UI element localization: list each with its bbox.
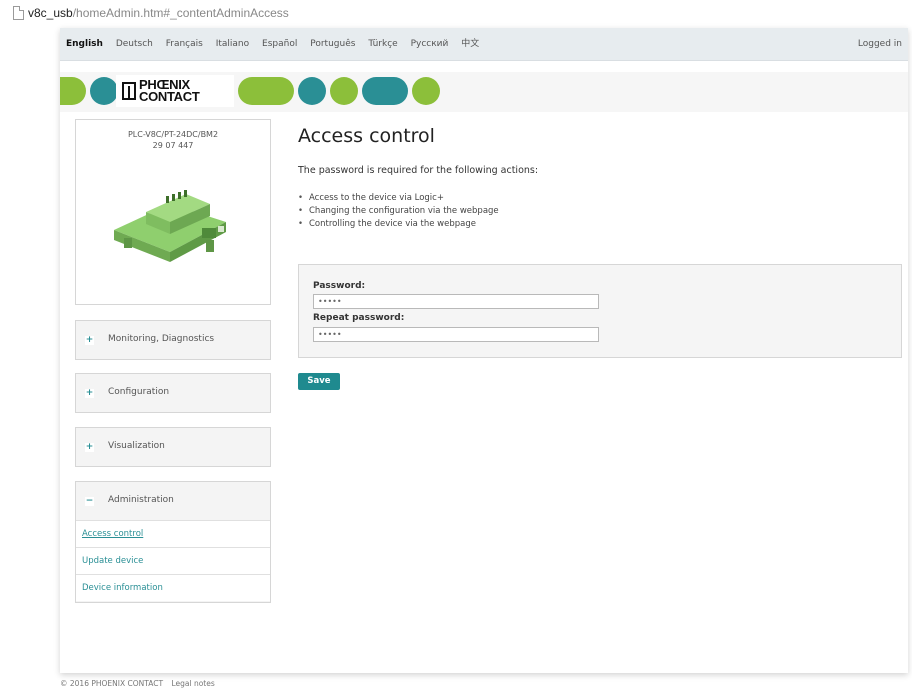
nav-header[interactable]: + Monitoring, Diagnostics	[76, 321, 270, 359]
url-path: /homeAdmin.htm#_contentAdminAccess	[72, 6, 289, 20]
nav-item-access-control[interactable]: Access control	[76, 520, 270, 547]
language-deutsch[interactable]: Deutsch	[116, 28, 153, 60]
nav-item-device-information[interactable]: Device information	[76, 574, 270, 601]
page-title: Access control	[298, 125, 435, 147]
brand-decoration	[412, 77, 440, 105]
nav-label: Visualization	[108, 441, 165, 451]
action-list: Access to the device via Logic+ Changing…	[298, 192, 499, 231]
footer: © 2016 PHOENIX CONTACT Legal notes	[60, 679, 221, 688]
language-chinese[interactable]: 中文	[461, 28, 479, 60]
language-espanol[interactable]: Español	[262, 28, 297, 60]
brand-decoration	[298, 77, 326, 105]
repeat-password-input[interactable]: •••••	[313, 327, 599, 342]
logo-mark-icon	[122, 82, 136, 100]
collapse-minus-icon[interactable]: −	[85, 497, 94, 506]
phoenix-contact-logo: PHŒNIX CONTACT	[116, 75, 234, 107]
language-italiano[interactable]: Italiano	[216, 28, 249, 60]
footer-copyright: © 2016 PHOENIX CONTACT	[60, 679, 164, 688]
nav-visualization[interactable]: + Visualization	[75, 427, 271, 467]
device-model: PLC-V8C/PT-24DC/BM2	[127, 130, 219, 139]
device-module-image	[114, 190, 226, 262]
device-card: PLC-V8C/PT-24DC/BM2 29 07 447	[75, 119, 271, 305]
url-text: v8c_usb/homeAdmin.htm#_contentAdminAcces…	[28, 0, 289, 26]
repeat-password-label: Repeat password:	[313, 313, 405, 323]
expand-plus-icon[interactable]: +	[85, 389, 94, 398]
page-document-icon	[13, 6, 24, 20]
language-russian[interactable]: Русский	[411, 28, 449, 60]
language-francais[interactable]: Français	[166, 28, 203, 60]
logo-line-2: CONTACT	[139, 89, 200, 104]
logged-in-status: Logged in	[857, 39, 902, 49]
password-form: Password: ••••• Repeat password: •••••	[298, 264, 902, 358]
language-turkce[interactable]: Türkçe	[368, 28, 397, 60]
language-list: English Deutsch Français Italiano Españo…	[66, 28, 489, 60]
nav-header[interactable]: + Configuration	[76, 374, 270, 412]
list-item: Access to the device via Logic+	[298, 192, 499, 205]
logo-text: PHŒNIX CONTACT	[139, 78, 200, 104]
nav-item-update-device[interactable]: Update device	[76, 547, 270, 574]
language-english[interactable]: English	[66, 28, 103, 60]
list-item: Changing the configuration via the webpa…	[298, 205, 499, 218]
nav-administration: − Administration Access control Update d…	[75, 481, 271, 603]
password-label: Password:	[313, 281, 366, 291]
nav-label: Configuration	[108, 387, 170, 397]
nav-label: Administration	[108, 495, 174, 505]
password-input[interactable]: •••••	[313, 294, 599, 309]
language-portugues[interactable]: Português	[310, 28, 355, 60]
nav-header[interactable]: − Administration	[76, 482, 270, 520]
expand-plus-icon[interactable]: +	[85, 336, 94, 345]
app-frame: English Deutsch Français Italiano Españo…	[60, 28, 908, 673]
brand-decoration	[238, 77, 294, 105]
address-bar[interactable]: v8c_usb/homeAdmin.htm#_contentAdminAcces…	[0, 0, 912, 26]
device-order-number: 29 07 447	[152, 141, 194, 150]
nav-header[interactable]: + Visualization	[76, 428, 270, 466]
save-button[interactable]: Save	[298, 373, 340, 390]
brand-decoration	[330, 77, 358, 105]
brand-decoration	[362, 77, 408, 105]
nav-monitoring-diagnostics[interactable]: + Monitoring, Diagnostics	[75, 320, 271, 360]
brand-bar: PHŒNIX CONTACT	[60, 72, 908, 112]
language-bar: English Deutsch Français Italiano Españo…	[60, 28, 908, 61]
nav-configuration[interactable]: + Configuration	[75, 373, 271, 413]
expand-plus-icon[interactable]: +	[85, 443, 94, 452]
page-intro: The password is required for the followi…	[298, 165, 539, 176]
nav-label: Monitoring, Diagnostics	[108, 334, 215, 344]
url-host: v8c_usb	[28, 6, 73, 20]
brand-decoration	[90, 77, 118, 105]
brand-decoration	[60, 77, 86, 105]
list-item: Controlling the device via the webpage	[298, 218, 499, 231]
footer-legal-notes-link[interactable]: Legal notes	[171, 679, 214, 688]
